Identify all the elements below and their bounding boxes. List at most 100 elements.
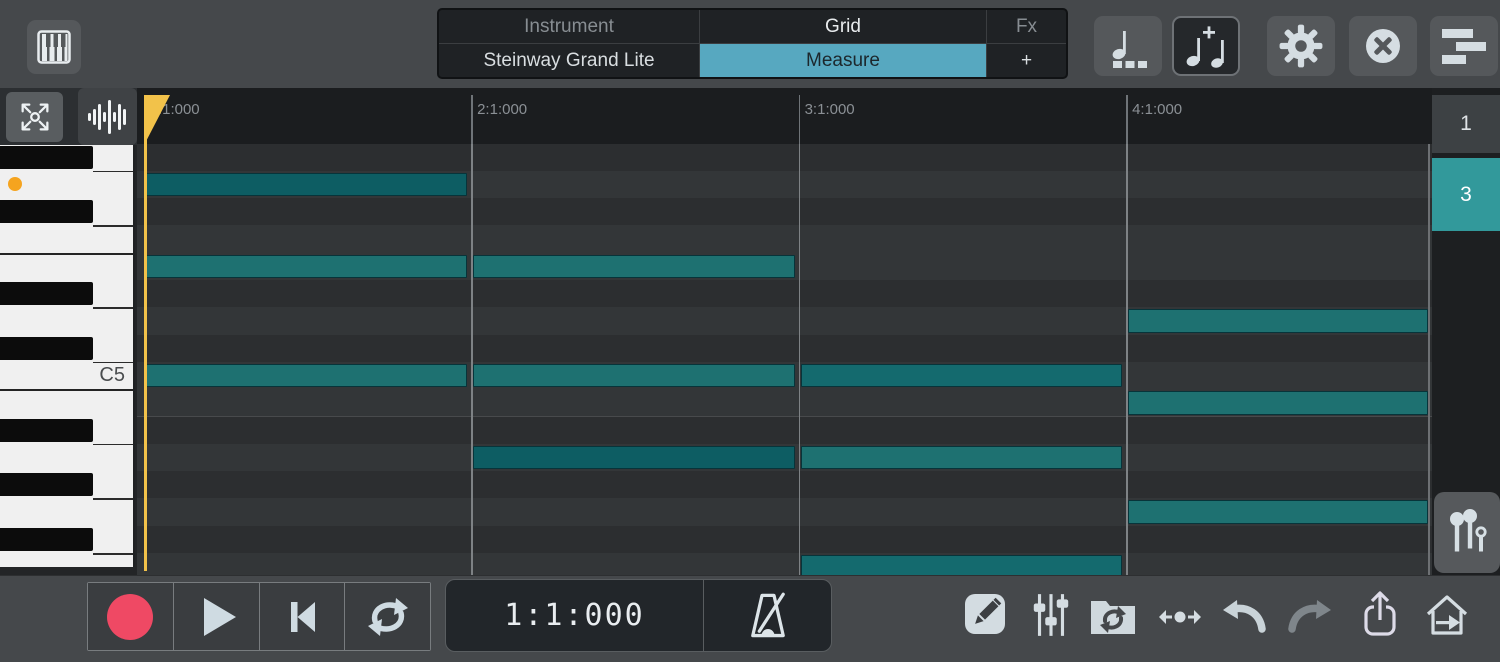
midi-note-B4-m4[interactable] [1128, 391, 1428, 415]
edit-mode-button[interactable] [964, 593, 1006, 635]
ruler-measure-label: 2:1:000 [477, 101, 527, 118]
grid-row-Gs4 [137, 471, 1432, 499]
grid-row-Fs4 [137, 526, 1432, 554]
add-note-button[interactable] [1172, 16, 1240, 76]
grid-measure-line [799, 144, 801, 576]
grid-row-Fs5 [137, 198, 1432, 226]
tab-grid[interactable]: Grid [700, 10, 987, 43]
skip-to-start-icon [278, 593, 326, 641]
play-icon [204, 598, 236, 636]
piano-key-black-As4[interactable] [0, 419, 93, 442]
quantize-note-icon [1104, 22, 1152, 70]
loop-button[interactable] [345, 583, 430, 650]
white-key-separator-full [0, 389, 135, 391]
record-icon [107, 594, 153, 640]
midi-note-C5-m3[interactable] [801, 364, 1123, 388]
expand-view-button[interactable] [6, 92, 63, 142]
ruler-measure-label: 4:1:000 [1132, 101, 1182, 118]
midi-note-C5-m1[interactable] [146, 364, 468, 388]
midi-note-C5-m2[interactable] [473, 364, 795, 388]
undo-button[interactable] [1222, 597, 1266, 635]
midi-note-E5-m1[interactable] [146, 255, 468, 279]
roll-corner-tools [0, 88, 137, 145]
sync-folder-button[interactable] [1088, 593, 1138, 637]
active-key-dot [8, 177, 22, 191]
piano-roll-area: 1:1:0002:1:0003:1:0004:1:000 C5 1 3 [0, 88, 1500, 575]
close-button[interactable] [1349, 16, 1417, 76]
time-display[interactable]: 1:1:000 [446, 580, 704, 651]
transport-toolbar: 1:1:000 [0, 575, 1500, 662]
pan-scroll-button[interactable] [1158, 606, 1202, 628]
velocity-tools-button[interactable] [1434, 492, 1500, 573]
time-display-panel: 1:1:000 [445, 579, 832, 652]
note-grid[interactable] [137, 144, 1432, 576]
export-to-button[interactable] [1424, 592, 1470, 638]
piano-keyboard[interactable]: C5 [0, 145, 135, 567]
ruler-measure-label: 3:1:000 [805, 101, 855, 118]
instrument-value[interactable]: Steinway Grand Lite [439, 44, 700, 77]
midi-note-G5-m1[interactable] [146, 173, 468, 197]
ruler-measure-tick [799, 95, 801, 144]
metronome-icon [746, 591, 790, 641]
folder-sync-icon [1088, 593, 1138, 637]
piano-key-black-Ds5[interactable] [0, 282, 93, 305]
midi-note-A4-m2[interactable] [473, 446, 795, 470]
white-key-separator [93, 171, 135, 173]
grid-right-edge [1428, 144, 1430, 576]
white-key-separator [93, 498, 135, 500]
tab-instrument[interactable]: Instrument [439, 10, 700, 43]
ruler-measure-tick [471, 95, 473, 144]
tab-fx[interactable]: Fx [987, 10, 1066, 43]
sliders-icon [1033, 591, 1069, 639]
white-key-separator [93, 553, 135, 555]
note-pins-icon [1446, 507, 1488, 559]
redo-button[interactable] [1288, 597, 1332, 635]
tracks-icon [1440, 24, 1488, 68]
midi-note-G4-m4[interactable] [1128, 500, 1428, 524]
grid-value-cell[interactable]: Measure [700, 44, 987, 77]
piano-key-black-Fs4[interactable] [0, 528, 93, 551]
piano-view-button[interactable] [27, 20, 81, 74]
white-key-separator-full [0, 253, 135, 255]
edit-pencil-icon [964, 593, 1006, 635]
settings-button[interactable] [1267, 16, 1335, 76]
midi-note-D5-m4[interactable] [1128, 309, 1428, 333]
metronome-button[interactable] [704, 580, 831, 651]
pattern-item-1[interactable]: 1 [1432, 95, 1500, 153]
undo-arrow-icon [1222, 597, 1266, 635]
midi-note-E5-m2[interactable] [473, 255, 795, 279]
playhead-marker[interactable] [144, 95, 170, 141]
share-button[interactable] [1362, 590, 1398, 640]
grid-row-As4 [137, 417, 1432, 445]
quantize-button[interactable] [1094, 16, 1162, 76]
piano-key-black-Gs5[interactable] [0, 146, 93, 169]
fx-add-button[interactable]: + [987, 44, 1066, 77]
piano-key-black-Cs5[interactable] [0, 337, 93, 360]
grid-row-Gs5 [137, 144, 1432, 172]
piano-key-black-Fs5[interactable] [0, 200, 93, 223]
share-export-icon [1362, 590, 1398, 640]
keyboard-under-strip [0, 567, 137, 575]
record-button[interactable] [88, 583, 174, 650]
grid-row-F5 [137, 225, 1432, 253]
horizontal-pan-icon [1158, 606, 1202, 628]
grid-value: Measure [700, 44, 986, 77]
mixer-sliders-button[interactable] [1033, 591, 1069, 639]
midi-note-F4-m3[interactable] [801, 555, 1123, 575]
piano-key-black-Gs4[interactable] [0, 473, 93, 496]
rewind-to-start-button[interactable] [260, 583, 346, 650]
grid-measure-line [471, 144, 473, 576]
white-key-separator [93, 307, 135, 309]
expand-arrows-icon [16, 98, 54, 136]
pattern-item-3[interactable]: 3 [1432, 158, 1500, 231]
timeline-ruler[interactable]: 1:1:0002:1:0003:1:0004:1:000 [137, 88, 1432, 144]
midi-note-A4-m3[interactable] [801, 446, 1123, 470]
tracks-view-button[interactable] [1430, 16, 1498, 76]
transport-buttons [87, 582, 431, 651]
play-button[interactable] [174, 583, 260, 650]
velocity-wave-button[interactable] [78, 88, 137, 145]
ruler-measure-tick [1126, 95, 1128, 144]
gear-icon [1278, 23, 1324, 69]
loop-icon [364, 594, 412, 640]
grid-row-Ds5 [137, 280, 1432, 308]
